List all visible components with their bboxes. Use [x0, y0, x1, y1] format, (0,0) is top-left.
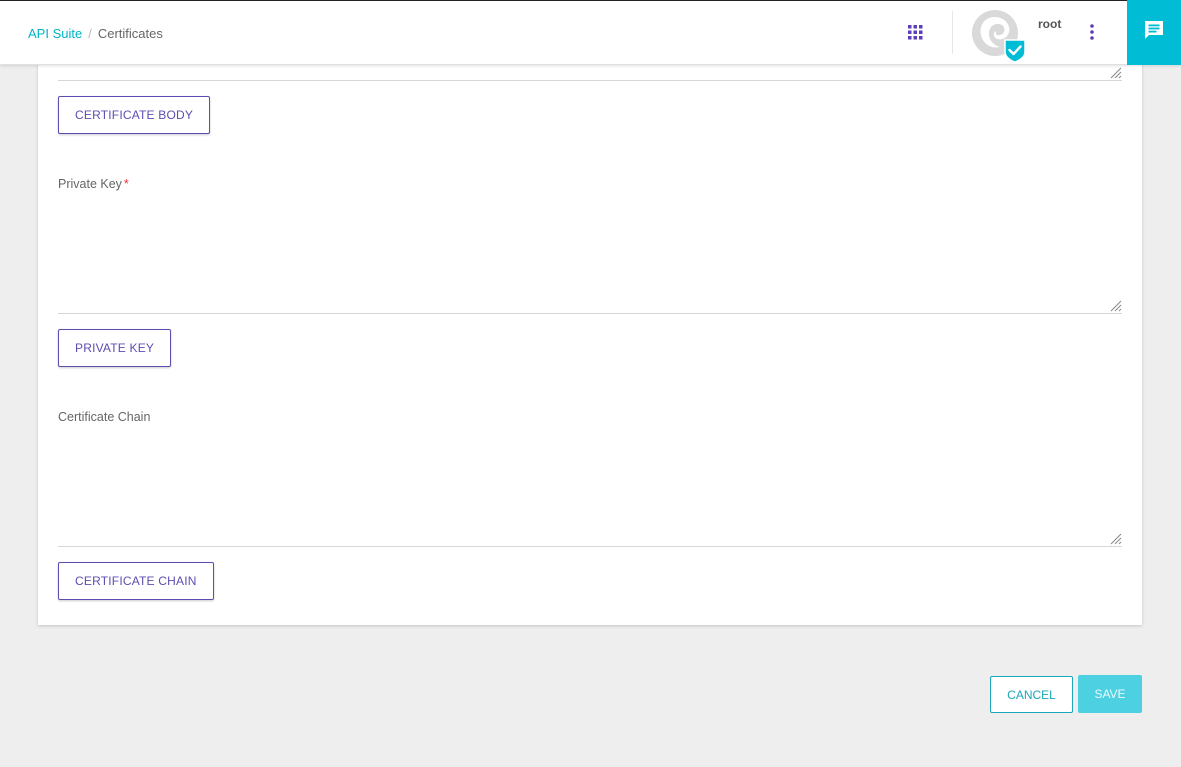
chat-message-icon: [1142, 18, 1166, 47]
private-key-textarea-wrapper: [58, 200, 1122, 314]
certificate-chain-textarea-wrapper: [58, 433, 1122, 547]
top-bar: API Suite / Certificates root: [0, 0, 1181, 65]
save-button[interactable]: SAVE: [1078, 675, 1142, 713]
header-divider: [952, 11, 953, 54]
chat-button[interactable]: [1127, 0, 1181, 65]
private-key-label-text: Private Key: [58, 177, 122, 191]
grid-apps-icon[interactable]: [908, 25, 923, 40]
certificate-form-card: CERTIFICATE BODY Private Key * PRIVATE KE…: [38, 40, 1142, 625]
more-vertical-icon[interactable]: [1087, 23, 1097, 41]
username[interactable]: root: [1038, 17, 1061, 31]
certificate-chain-textarea[interactable]: [58, 433, 1122, 546]
certificate-chain-upload-button[interactable]: CERTIFICATE CHAIN: [58, 562, 214, 600]
certificate-body-upload-button[interactable]: CERTIFICATE BODY: [58, 96, 211, 134]
avatar[interactable]: [971, 10, 1027, 63]
breadcrumb: API Suite / Certificates: [28, 26, 163, 41]
required-marker: *: [123, 177, 129, 191]
resize-grip-icon[interactable]: [1108, 298, 1122, 312]
breadcrumb-separator: /: [88, 26, 92, 41]
private-key-label: Private Key *: [58, 177, 129, 191]
resize-grip-icon[interactable]: [1108, 65, 1122, 79]
breadcrumb-link-api-suite[interactable]: API Suite: [28, 26, 82, 41]
breadcrumb-current: Certificates: [97, 26, 163, 41]
private-key-textarea[interactable]: [58, 200, 1122, 313]
cancel-button[interactable]: CANCEL: [990, 676, 1073, 713]
certificate-chain-label: Certificate Chain: [58, 410, 151, 424]
private-key-upload-button[interactable]: PRIVATE KEY: [58, 329, 172, 367]
resize-grip-icon[interactable]: [1108, 531, 1122, 545]
